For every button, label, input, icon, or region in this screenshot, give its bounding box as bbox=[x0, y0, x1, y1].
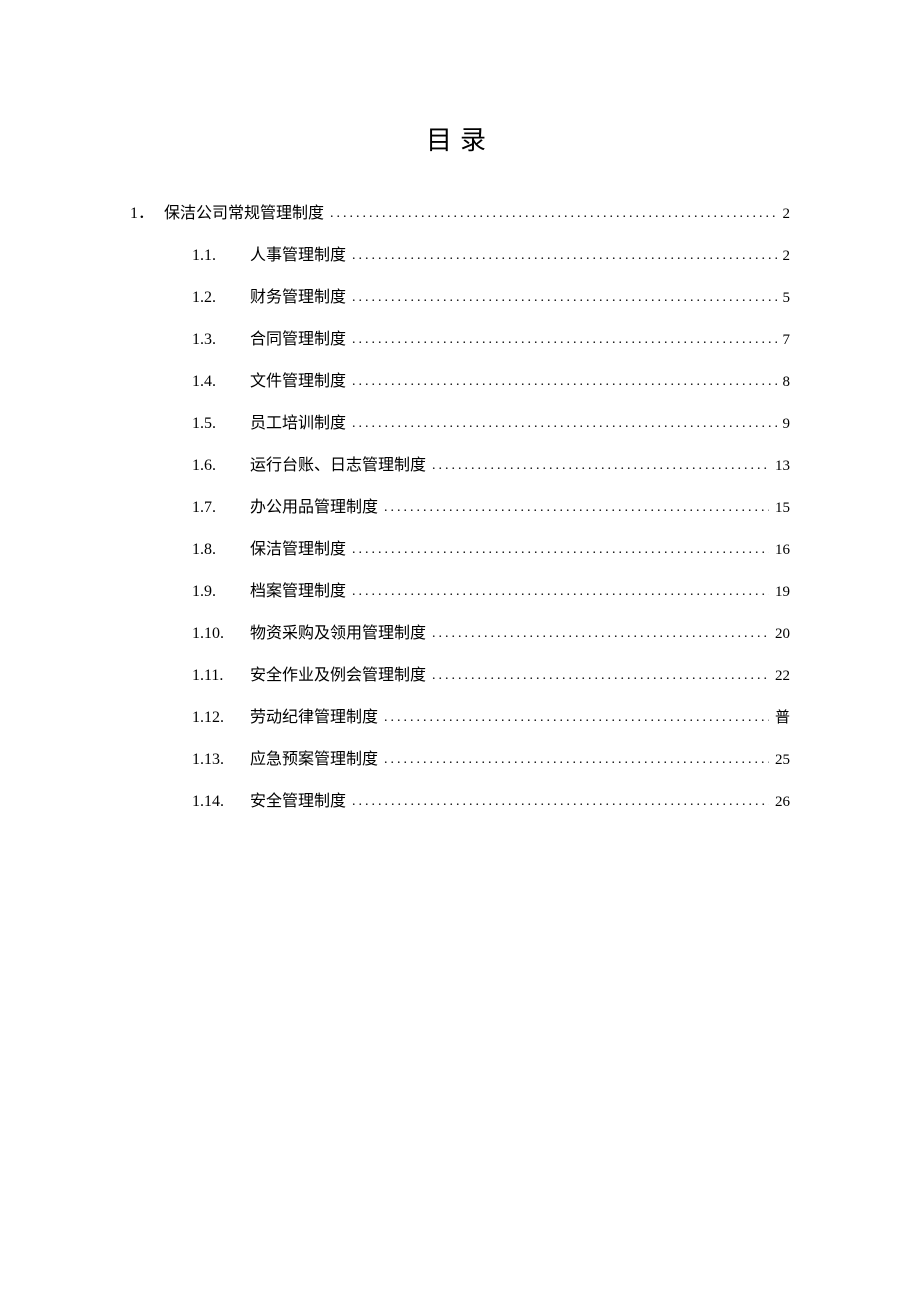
toc-leader-dots: ........................................… bbox=[352, 794, 769, 810]
toc-entry-l2: 1.2. 财务管理制度..............................… bbox=[130, 283, 790, 307]
toc-leader-dots: ........................................… bbox=[432, 668, 769, 684]
toc-leader-dots: ........................................… bbox=[352, 542, 769, 558]
toc-leader-dots: ........................................… bbox=[432, 458, 769, 474]
toc-label: 运行台账、日志管理制度 bbox=[250, 451, 426, 475]
toc-leader-dots: ........................................… bbox=[352, 374, 776, 390]
toc-label: 安全管理制度 bbox=[250, 787, 346, 811]
toc-number: 1.12. bbox=[192, 709, 238, 727]
toc-entry-l2: 1.10. 物资采购及领用管理制度........................… bbox=[130, 619, 790, 643]
toc-number: 1.4. bbox=[192, 373, 238, 391]
toc-entry-l1: 1． 保洁公司常规管理制度 ..........................… bbox=[130, 199, 790, 223]
toc-page-number: 26 bbox=[775, 794, 790, 811]
toc-number: 1.11. bbox=[192, 667, 238, 685]
toc-label: 应急预案管理制度 bbox=[250, 745, 378, 769]
toc-leader-dots: ........................................… bbox=[384, 752, 769, 768]
toc-leader-dots: ........................................… bbox=[352, 332, 776, 348]
toc-number: 1.13. bbox=[192, 751, 238, 769]
toc-number: 1.5. bbox=[192, 415, 238, 433]
toc-page-number: 7 bbox=[783, 332, 791, 349]
toc-entry-l2: 1.12. 劳动纪律管理制度...........................… bbox=[130, 703, 790, 727]
toc-label: 安全作业及例会管理制度 bbox=[250, 661, 426, 685]
toc-label: 财务管理制度 bbox=[250, 283, 346, 307]
toc-page-number: 9 bbox=[783, 416, 791, 433]
toc-label: 保洁公司常规管理制度 bbox=[164, 199, 324, 223]
toc-page-number: 15 bbox=[775, 500, 790, 517]
toc-leader-dots: ........................................… bbox=[352, 290, 776, 306]
toc-number: 1.10. bbox=[192, 625, 238, 643]
toc-page-number: 普 bbox=[775, 706, 790, 727]
toc-page-number: 2 bbox=[783, 206, 791, 223]
toc-label: 保洁管理制度 bbox=[250, 535, 346, 559]
toc-number: 1.1. bbox=[192, 247, 238, 265]
toc-page-number: 22 bbox=[775, 668, 790, 685]
toc-leader-dots: ........................................… bbox=[352, 248, 776, 264]
toc-number: 1.8. bbox=[192, 541, 238, 559]
toc-number: 1.3. bbox=[192, 331, 238, 349]
toc-page-number: 19 bbox=[775, 584, 790, 601]
toc-label: 办公用品管理制度 bbox=[250, 493, 378, 517]
toc-entry-l2: 1.5. 员工培训制度..............................… bbox=[130, 409, 790, 433]
toc-label: 文件管理制度 bbox=[250, 367, 346, 391]
toc-page-number: 25 bbox=[775, 752, 790, 769]
toc-page-number: 5 bbox=[783, 290, 791, 307]
toc-leader-dots: ........................................… bbox=[330, 206, 776, 222]
toc-page-number: 16 bbox=[775, 542, 790, 559]
toc-page-number: 2 bbox=[783, 248, 791, 265]
toc-number: 1． bbox=[130, 199, 154, 223]
toc-page-number: 8 bbox=[783, 374, 791, 391]
toc-number: 1.9. bbox=[192, 583, 238, 601]
toc-label: 劳动纪律管理制度 bbox=[250, 703, 378, 727]
toc-sublist: 1.1. 人事管理制度..............................… bbox=[130, 241, 790, 811]
toc-label: 人事管理制度 bbox=[250, 241, 346, 265]
toc-entry-l2: 1.9. 档案管理制度..............................… bbox=[130, 577, 790, 601]
toc-page-number: 13 bbox=[775, 458, 790, 475]
toc-number: 1.7. bbox=[192, 499, 238, 517]
toc-entry-l2: 1.14. 安全管理制度.............................… bbox=[130, 787, 790, 811]
toc-leader-dots: ........................................… bbox=[352, 584, 769, 600]
toc-entry-l2: 1.13. 应急预案管理制度...........................… bbox=[130, 745, 790, 769]
toc-entry-l2: 1.1. 人事管理制度..............................… bbox=[130, 241, 790, 265]
toc-label: 物资采购及领用管理制度 bbox=[250, 619, 426, 643]
toc-entry-l2: 1.3. 合同管理制度..............................… bbox=[130, 325, 790, 349]
toc-label: 员工培训制度 bbox=[250, 409, 346, 433]
toc-title: 目录 bbox=[130, 120, 790, 157]
toc-entry-l2: 1.6. 运行台账、日志管理制度.........................… bbox=[130, 451, 790, 475]
toc-number: 1.6. bbox=[192, 457, 238, 475]
toc-entry-l2: 1.11. 安全作业及例会管理制度........................… bbox=[130, 661, 790, 685]
toc-leader-dots: ........................................… bbox=[384, 500, 769, 516]
toc-label: 档案管理制度 bbox=[250, 577, 346, 601]
toc-leader-dots: ........................................… bbox=[352, 416, 776, 432]
toc-number: 1.14. bbox=[192, 793, 238, 811]
toc-leader-dots: ........................................… bbox=[432, 626, 769, 642]
toc-number: 1.2. bbox=[192, 289, 238, 307]
toc-page-number: 20 bbox=[775, 626, 790, 643]
toc-label: 合同管理制度 bbox=[250, 325, 346, 349]
toc-leader-dots: ........................................… bbox=[384, 710, 769, 726]
toc-entry-l2: 1.4. 文件管理制度..............................… bbox=[130, 367, 790, 391]
toc-entry-l2: 1.7. 办公用品管理制度............................… bbox=[130, 493, 790, 517]
toc-entry-l2: 1.8. 保洁管理制度..............................… bbox=[130, 535, 790, 559]
